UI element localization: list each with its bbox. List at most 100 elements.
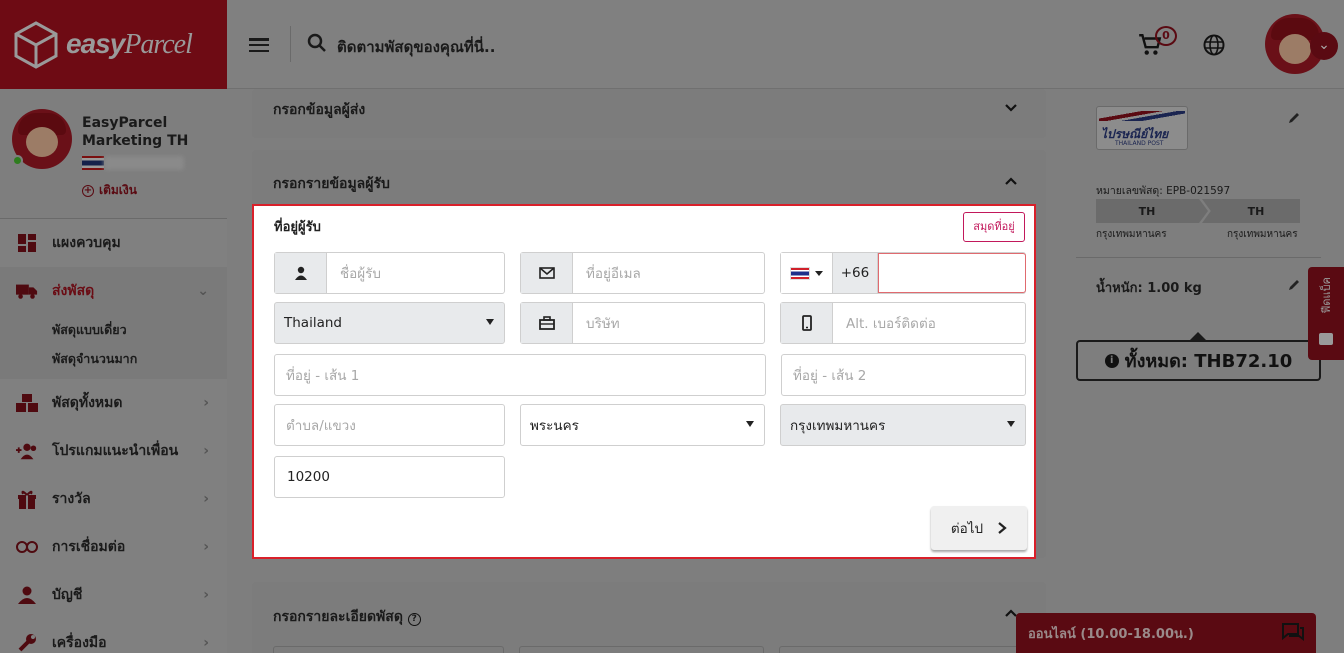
sidebar-item-integration[interactable]: การเชื่อมต่อ › [0, 523, 227, 571]
info-icon[interactable]: i [1104, 353, 1119, 368]
caret-down-icon [746, 421, 754, 427]
tracking-number: หมายเลขพัสดุ: EPB-021597 [1096, 185, 1231, 197]
province-select[interactable]: กรุงเทพมหานคร [780, 404, 1026, 446]
company-input[interactable]: บริษัท [573, 312, 620, 334]
chevron-down-icon[interactable] [1004, 101, 1018, 115]
sidebar-item-rewards[interactable]: รางวัล › [0, 475, 227, 523]
parcel-field[interactable] [779, 646, 1024, 653]
chevron-up-icon[interactable] [1004, 174, 1018, 188]
next-button[interactable]: ต่อไป [931, 506, 1027, 550]
brand-name-2: Parcel [124, 29, 193, 60]
sidebar-subitem-single[interactable]: พัสดุแบบเดี่ยว [0, 315, 227, 344]
address-line2-field[interactable]: ที่อยู่ - เส้น 2 [781, 354, 1026, 396]
parcel-field[interactable] [519, 646, 764, 653]
live-chat-bar[interactable]: ออนไลน์ (10.00-18.00น.) [1016, 613, 1316, 653]
receiver-section-title: กรอกรายข้อมูลผู้รับ [273, 176, 390, 192]
add-friend-icon [16, 440, 38, 462]
sidebar-item-referral[interactable]: โปรแกมแนะนำเพื่อน › [0, 427, 227, 475]
boxes-icon [16, 392, 38, 414]
help-icon[interactable]: ? [407, 613, 421, 626]
sidebar-item-all-parcels[interactable]: พัสดุทั้งหมด › [0, 379, 227, 427]
receiver-address-form: ที่อยู่ผู้รับ สมุดที่อยู่ ชื่อผู้รับ ที่… [252, 204, 1036, 559]
subdistrict-input[interactable]: ตำบล/แขวง [275, 414, 356, 436]
company-field[interactable]: บริษัท [520, 302, 765, 344]
receiver-name-input[interactable]: ชื่อผู้รับ [327, 262, 381, 284]
chevron-right-icon: › [203, 491, 209, 507]
topup-label: เติมเงิน [99, 183, 137, 197]
feedback-icon [1319, 333, 1333, 345]
address-line1-field[interactable]: ที่อยู่ - เส้น 1 [274, 354, 766, 396]
plus-circle-icon: + [82, 184, 94, 197]
route-indicator: TH TH [1096, 199, 1301, 223]
sidebar-item-label: แผงควบคุม [52, 235, 121, 251]
caret-down-icon [1007, 421, 1015, 427]
sidebar-item-send[interactable]: ส่งพัสดุ ⌄ [0, 267, 227, 315]
province-value: กรุงเทพมหานคร [790, 418, 886, 434]
country-select[interactable]: Thailand [274, 302, 505, 344]
chevron-right-icon: › [203, 539, 209, 555]
thai-flag-icon [82, 156, 104, 170]
address-book-button[interactable]: สมุดที่อยู่ [963, 212, 1025, 242]
phone-field[interactable]: +66 [780, 252, 1026, 294]
sender-section[interactable]: กรอกข้อมูลผู้ส่ง [252, 89, 1046, 138]
total-price: ทั้งหมด: THB72.10 [1124, 351, 1293, 372]
alt-phone-input[interactable]: Alt. เบอร์ติดต่อ [833, 312, 936, 334]
feedback-tab[interactable]: ฟีดแบ็ค [1308, 267, 1344, 360]
top-bar: ติดตามพัสดุของคุณที่นี่.. 0 ⌄ [227, 0, 1344, 89]
logo[interactable]: easyParcel [0, 0, 227, 89]
form-title: ที่อยู่ผู้รับ [274, 220, 321, 235]
menu-icon[interactable] [249, 38, 269, 52]
divider [1076, 257, 1321, 258]
mobile-phone-icon [781, 303, 833, 343]
address-line1-input[interactable]: ที่อยู่ - เส้น 1 [275, 364, 359, 386]
route-to: TH [1202, 199, 1300, 223]
email-input[interactable]: ที่อยู่อีเมล [573, 262, 641, 284]
courier-subname: THAILAND POST [1115, 140, 1164, 147]
account-dropdown-button[interactable]: ⌄ [1310, 32, 1338, 60]
sidebar-subitem-bulk[interactable]: พัสดุจำนวนมาก [0, 344, 227, 373]
weight-value: น้ำหนัก: 1.00 kg [1096, 281, 1202, 296]
sidebar-item-account[interactable]: บัญชี › [0, 571, 227, 619]
country-value: Thailand [284, 315, 342, 331]
alt-phone-field[interactable]: Alt. เบอร์ติดต่อ [780, 302, 1026, 344]
sidebar-item-label: รางวัล [52, 491, 91, 507]
parcel-section-title: กรอกรายละเอียดพัสดุ ? [273, 606, 421, 628]
postcode-field[interactable]: 10200 [274, 456, 505, 498]
sidebar-item-label: การเชื่อมต่อ [52, 539, 126, 555]
next-button-label: ต่อไป [950, 521, 984, 537]
topup-link[interactable]: + เติมเงิน [82, 181, 137, 200]
chevron-right-icon: › [203, 635, 209, 651]
email-field[interactable]: ที่อยู่อีเมล [520, 252, 765, 294]
edit-pencil-icon[interactable] [1288, 279, 1300, 291]
search-icon[interactable] [307, 33, 327, 53]
parcel-section: กรอกรายละเอียดพัสดุ ? [252, 582, 1046, 653]
from-city: กรุงเทพมหานคร [1096, 229, 1167, 240]
profile-name: EasyParcel Marketing TH [82, 115, 189, 149]
sidebar-item-dashboard[interactable]: แผงควบคุม [0, 219, 227, 267]
online-status-dot [12, 155, 23, 166]
subdistrict-field[interactable]: ตำบล/แขวง [274, 404, 505, 446]
parcel-field[interactable] [273, 646, 504, 653]
order-summary-panel: ไปรษณีย์ไทย THAILAND POST หมายเลขพัสดุ: … [1076, 89, 1321, 323]
edit-pencil-icon[interactable] [1288, 112, 1300, 124]
truck-icon [16, 280, 38, 302]
feedback-label: ฟีดแบ็ค [1320, 277, 1333, 314]
chevron-right-icon [998, 522, 1007, 534]
chevron-down-icon: ⌄ [197, 283, 209, 299]
receiver-name-field[interactable]: ชื่อผู้รับ [274, 252, 505, 294]
district-select[interactable]: พระนคร [520, 404, 765, 446]
country-code-select[interactable] [781, 253, 833, 293]
link-icon [16, 536, 38, 558]
dashboard-icon [16, 232, 38, 254]
sidebar-item-label: โปรแกมแนะนำเพื่อน [52, 443, 179, 459]
address-line2-input[interactable]: ที่อยู่ - เส้น 2 [782, 364, 866, 386]
phone-input[interactable] [878, 253, 1026, 293]
sidebar-item-tools[interactable]: เครื่องมือ › [0, 619, 227, 653]
wrench-icon [16, 632, 38, 653]
postcode-input[interactable]: 10200 [275, 469, 330, 485]
search-input[interactable]: ติดตามพัสดุของคุณที่นี่.. [337, 35, 495, 59]
chevron-right-icon: › [203, 587, 209, 603]
district-value: พระนคร [530, 418, 579, 434]
globe-icon[interactable] [1203, 34, 1225, 56]
phone-code: +66 [833, 253, 878, 293]
